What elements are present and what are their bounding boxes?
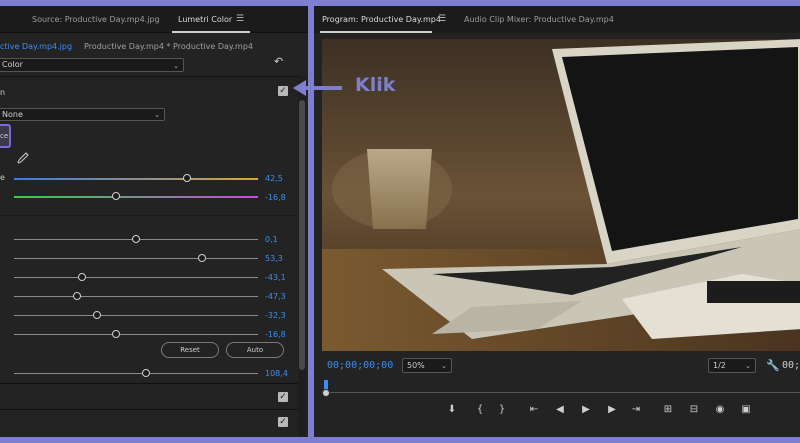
transport-controls: ⬇ { } ⇤ ◀ ▶ ▶ ⇥ ⊞ ⊟ ◉ ▣ xyxy=(314,404,800,424)
panel-menu-icon[interactable]: ☰ xyxy=(438,14,446,24)
resolution-select[interactable]: 1/2 ⌄ xyxy=(708,358,756,373)
tab-lumetri-color[interactable]: Lumetri Color xyxy=(178,15,232,24)
shadows-track[interactable] xyxy=(14,296,258,297)
auto-button[interactable]: Auto xyxy=(226,342,284,358)
creative-enable-checkbox[interactable]: ✓ xyxy=(278,392,288,402)
playhead-knob[interactable] xyxy=(322,389,330,397)
saturation-knob[interactable] xyxy=(141,369,150,377)
step-forward-icon[interactable]: ▶ xyxy=(604,404,620,415)
highlighted-button-label: ce xyxy=(0,132,9,140)
extract-icon[interactable]: ⊟ xyxy=(686,404,702,415)
panel-scrollbar[interactable] xyxy=(298,76,306,437)
tab-program[interactable]: Program: Productive Day.mp4 xyxy=(322,15,441,24)
left-panel-tabs: Source: Productive Day.mp4.jpg Lumetri C… xyxy=(0,6,308,33)
blacks-knob[interactable] xyxy=(112,330,121,338)
program-monitor-tabs: Program: Productive Day.mp4 ☰ Audio Clip… xyxy=(314,6,800,33)
highlights-value[interactable]: -43,1 xyxy=(265,273,286,282)
chevron-down-icon: ⌄ xyxy=(173,62,179,70)
contrast-value[interactable]: 53,3 xyxy=(265,254,283,263)
tint-value[interactable]: -16,8 xyxy=(265,193,286,202)
chevron-down-icon: ⌄ xyxy=(745,362,751,370)
zoom-value: 50% xyxy=(407,361,425,370)
tab-source[interactable]: Source: Productive Day.mp4.jpg xyxy=(32,15,160,24)
section-divider xyxy=(0,76,298,77)
tint-knob[interactable] xyxy=(112,192,121,200)
lut-value: None xyxy=(2,110,23,119)
active-tab-indicator xyxy=(172,31,250,33)
auto-button-label: Auto xyxy=(246,346,264,354)
reset-button-label: Reset xyxy=(180,346,200,354)
clip-sequence-link[interactable]: Productive Day.mp4 * Productive Day.mp4 xyxy=(84,42,253,51)
zoom-select[interactable]: 50% ⌄ xyxy=(402,358,452,373)
contrast-knob[interactable] xyxy=(197,254,206,262)
active-tab-indicator xyxy=(320,31,432,33)
chevron-down-icon: ⌄ xyxy=(154,111,160,119)
add-marker-icon[interactable]: ⬇ xyxy=(444,404,460,415)
curves-enable-checkbox[interactable]: ✓ xyxy=(278,417,288,427)
clip-selector: ctive Day.mp4.jpg Productive Day.mp4 * P… xyxy=(0,42,308,56)
panel-menu-icon[interactable]: ☰ xyxy=(236,14,244,24)
section-divider xyxy=(0,383,298,384)
scrollbar-thumb[interactable] xyxy=(299,100,305,370)
blacks-track[interactable] xyxy=(14,334,258,335)
chevron-down-icon: ⌄ xyxy=(441,362,447,370)
clip-master-link[interactable]: ctive Day.mp4.jpg xyxy=(0,42,72,51)
temperature-knob[interactable] xyxy=(183,174,192,182)
step-back-icon[interactable]: ◀ xyxy=(552,404,568,415)
section-label: n xyxy=(0,88,6,97)
reset-button[interactable]: Reset xyxy=(161,342,219,358)
export-frame-icon[interactable]: ◉ xyxy=(712,404,728,415)
basic-correction-select[interactable]: Color ⌄ xyxy=(0,58,184,72)
duration-timecode: 00; xyxy=(782,360,800,371)
program-monitor: Program: Productive Day.mp4 ☰ Audio Clip… xyxy=(312,6,800,437)
saturation-value[interactable]: 108,4 xyxy=(265,369,288,378)
saturation-track[interactable] xyxy=(14,373,258,374)
mark-out-icon[interactable]: } xyxy=(494,404,510,415)
shadows-value[interactable]: -47,3 xyxy=(265,292,286,301)
water-glass xyxy=(367,149,432,229)
tint-track[interactable] xyxy=(14,196,258,198)
temperature-label: e xyxy=(0,173,5,182)
tab-audio-clip-mixer[interactable]: Audio Clip Mixer: Productive Day.mp4 xyxy=(464,15,614,24)
resolution-value: 1/2 xyxy=(713,361,726,370)
section-divider xyxy=(0,215,298,216)
mark-in-icon[interactable]: { xyxy=(472,404,488,415)
temperature-track[interactable] xyxy=(14,178,258,180)
annotation-arrow-icon xyxy=(293,80,342,96)
reset-effect-icon[interactable]: ↶ xyxy=(274,55,288,69)
temperature-value[interactable]: 42,5 xyxy=(265,174,283,183)
play-icon[interactable]: ▶ xyxy=(578,404,594,415)
lift-icon[interactable]: ⊞ xyxy=(660,404,676,415)
exposure-value[interactable]: 0,1 xyxy=(265,235,278,244)
whites-track[interactable] xyxy=(14,315,258,316)
go-to-out-icon[interactable]: ⇥ xyxy=(628,404,644,415)
whites-value[interactable]: -32,3 xyxy=(265,311,286,320)
go-to-in-icon[interactable]: ⇤ xyxy=(526,404,542,415)
exposure-knob[interactable] xyxy=(132,235,140,243)
blacks-value[interactable]: -16,8 xyxy=(265,330,286,339)
comparison-view-icon[interactable]: ▣ xyxy=(738,404,754,415)
lut-select[interactable]: None ⌄ xyxy=(0,108,165,121)
settings-wrench-icon[interactable]: 🔧 xyxy=(766,359,780,372)
highlights-track[interactable] xyxy=(14,277,258,278)
annotation-label: Klik xyxy=(355,74,396,96)
shadows-knob[interactable] xyxy=(73,292,82,300)
playhead-timecode[interactable]: 00;00;00;00 xyxy=(327,360,393,371)
eyedropper-icon[interactable] xyxy=(17,152,29,164)
highlighted-button[interactable]: ce xyxy=(0,124,11,148)
enable-checkbox[interactable]: ✓ xyxy=(278,86,288,96)
whites-knob[interactable] xyxy=(92,311,101,319)
phone xyxy=(707,281,800,303)
highlights-knob[interactable] xyxy=(78,273,87,281)
basic-correction-value: Color xyxy=(2,60,23,69)
section-divider xyxy=(0,409,298,410)
contrast-track[interactable] xyxy=(14,258,258,259)
lumetri-panel: Source: Productive Day.mp4.jpg Lumetri C… xyxy=(0,6,308,437)
ruler-line xyxy=(322,392,800,393)
monitor-controls: 00;00;00;00 50% ⌄ 1/2 ⌄ 🔧 00; xyxy=(314,358,800,376)
timeline-ruler[interactable] xyxy=(322,380,800,397)
